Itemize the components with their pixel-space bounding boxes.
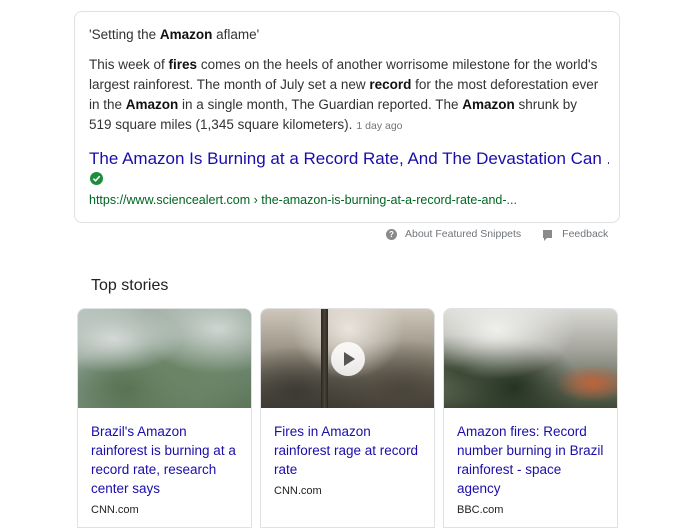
story-card[interactable]: Brazil's Amazon rainforest is burning at… — [77, 308, 252, 528]
result-title-link[interactable]: The Amazon Is Burning at a Record Rate, … — [89, 149, 609, 169]
check-circle-icon — [90, 172, 103, 185]
help-icon: ? — [386, 228, 397, 240]
snippet-heading-bold: Amazon — [159, 27, 213, 42]
story-source: CNN.com — [91, 504, 139, 516]
play-icon[interactable] — [331, 342, 365, 376]
about-featured-snippets-link[interactable]: ? About Featured Snippets — [386, 228, 521, 240]
snippet-date: 1 day ago — [356, 120, 403, 132]
story-card[interactable]: Amazon fires: Record number burning in B… — [443, 308, 618, 528]
top-stories-carousel: Brazil's Amazon rainforest is burning at… — [77, 308, 618, 528]
snippet-heading: 'Setting the Amazon aflame' — [89, 27, 259, 42]
story-source: BBC.com — [457, 504, 504, 516]
story-thumbnail[interactable] — [261, 309, 434, 408]
story-thumbnail[interactable] — [78, 309, 251, 408]
feedback-link[interactable]: Feedback — [521, 228, 609, 241]
tree-trunk-image-detail — [321, 309, 328, 408]
snippet-heading-prefix: 'Setting the — [89, 27, 160, 42]
snippet-bold-term: Amazon — [462, 97, 515, 112]
snippet-heading-suffix: aflame' — [212, 27, 260, 42]
story-thumbnail[interactable] — [444, 309, 617, 408]
story-card[interactable]: Fires in Amazon rainforest rage at recor… — [260, 308, 435, 528]
snippet-bold-term: fires — [168, 57, 198, 72]
snippet-body-text: This week of fires comes on the heels of… — [89, 57, 599, 132]
story-title[interactable]: Amazon fires: Record number burning in B… — [444, 408, 617, 498]
top-stories-heading: Top stories — [91, 277, 169, 294]
result-url[interactable]: https://www.sciencealert.com › the-amazo… — [89, 193, 609, 207]
story-source: CNN.com — [274, 485, 322, 497]
feedback-icon — [543, 230, 553, 241]
check-mark-icon — [92, 175, 101, 182]
snippet-bold-term: record — [369, 77, 412, 92]
about-featured-snippets-label: About Featured Snippets — [405, 228, 522, 240]
snippet-footer: ? About Featured Snippets Feedback — [386, 228, 609, 241]
story-title[interactable]: Brazil's Amazon rainforest is burning at… — [78, 408, 251, 498]
featured-snippet-card: 'Setting the Amazon aflame' This week of… — [74, 11, 620, 223]
snippet-body: This week of fires comes on the heels of… — [89, 55, 599, 136]
story-title[interactable]: Fires in Amazon rainforest rage at recor… — [261, 408, 434, 479]
snippet-bold-term: Amazon — [125, 97, 179, 112]
feedback-label: Feedback — [562, 228, 609, 240]
